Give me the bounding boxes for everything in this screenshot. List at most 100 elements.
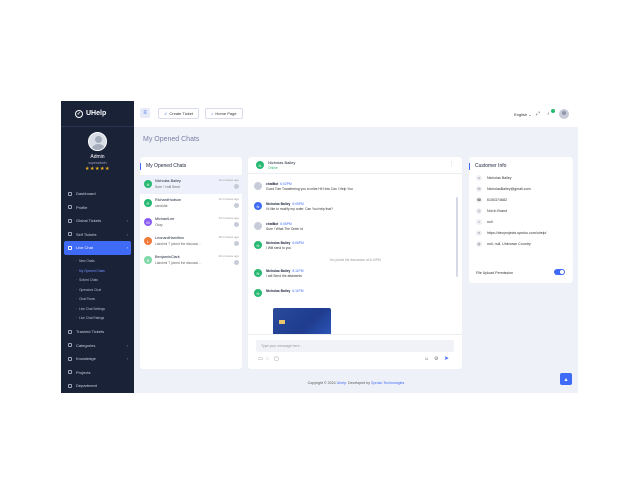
rocket-icon: ➶ xyxy=(164,111,168,116)
sidebar-item-knowledge[interactable]: Knowledge › xyxy=(61,352,134,366)
bell-icon[interactable]: ♪ xyxy=(547,111,550,117)
conversation-header: N Nicholas Bailey Online ⋮ xyxy=(248,157,462,174)
sender-name: Nicholas Bailey xyxy=(266,289,291,293)
contact-avatar: R xyxy=(144,199,152,207)
timestamp: 11 minutes ago xyxy=(218,178,239,182)
create-ticket-button[interactable]: ➶ Create Ticket xyxy=(158,108,199,119)
dot-icon: · xyxy=(76,259,78,264)
canned-response-icon[interactable]: ▭ xyxy=(258,356,263,362)
chevron-down-icon: › xyxy=(126,245,128,251)
sidebar-item-label: Projects xyxy=(76,369,91,375)
submenu-label: Operators Chat xyxy=(79,287,101,292)
message-sender: chatBot 6:02PM xyxy=(266,182,292,186)
menu-toggle-button[interactable]: ≡ xyxy=(140,108,150,118)
dot-icon: · xyxy=(76,297,78,302)
emoji-icon[interactable]: ☺ xyxy=(424,356,429,362)
dashboard-icon xyxy=(68,191,72,196)
sidebar-item-global-tickets[interactable]: Global Tickets › xyxy=(61,214,134,228)
contact-name: Nicholas Bailey xyxy=(268,160,296,165)
message-time: 6:06PM xyxy=(292,241,304,245)
message-time: 6:11PM xyxy=(292,289,304,293)
conversation-card: N Nicholas Bailey Online ⋮ chatBot 6:02PM… xyxy=(248,157,462,369)
ticket-icon xyxy=(68,218,72,223)
submenu-solved-chats[interactable]: · Solved Chats xyxy=(61,276,134,286)
sender-name: Nicholas Bailey xyxy=(266,241,291,245)
settings-icon[interactable]: ⚙ xyxy=(434,356,438,362)
sidebar-item-dashboard[interactable]: Dashboard xyxy=(61,187,134,201)
customer-url-row: ∞ https://devprojects.spruko.com/uhelp/ xyxy=(476,228,547,238)
sender-name: Nicholas Bailey xyxy=(266,202,291,206)
sidebar-item-label: Knowledge xyxy=(76,356,96,362)
submenu-label: Solved Chats xyxy=(79,278,99,283)
sidebar-item-live-chat[interactable]: Live Chat › xyxy=(64,241,131,255)
user-avatar[interactable] xyxy=(559,109,569,119)
chevron-right-icon: › xyxy=(126,231,128,237)
agent-avatar xyxy=(234,260,239,265)
message-sender: Nicholas Bailey 6:11PM xyxy=(266,289,304,293)
chat-bubble-icon[interactable]: ◌ xyxy=(266,356,269,362)
customer-country: null, null, Unknown Country xyxy=(487,242,531,246)
rating-stars: ★★★★★ xyxy=(85,166,110,172)
submenu-my-opened-chats[interactable]: · My Opened Chats xyxy=(61,266,134,276)
submenu-live-chat-settings[interactable]: · Live Chat Settings xyxy=(61,304,134,314)
more-options-icon[interactable]: ⋮ xyxy=(449,161,454,167)
dot-icon: · xyxy=(76,306,78,311)
message-text: I'd like to modify my order. Can You hel… xyxy=(266,207,333,211)
submenu-new-chats[interactable]: · New Chats xyxy=(61,257,134,267)
sidebar-item-label: Self Tickets xyxy=(76,231,97,237)
home-page-button[interactable]: ⌂ Home Page xyxy=(205,108,243,119)
footer-dev-link[interactable]: Spruko Technologies xyxy=(371,381,404,385)
submenu-operators-chat[interactable]: · Operators Chat xyxy=(61,285,134,295)
location-icon: ⌂ xyxy=(476,219,482,225)
language-dropdown[interactable]: English ⌄ xyxy=(514,112,532,117)
sidebar-item-label: Global Tickets xyxy=(76,218,102,224)
attachment-image[interactable] xyxy=(273,308,331,336)
message-time: 6:11PM xyxy=(292,269,304,273)
submenu-live-chat-ratings[interactable]: · Live Chat Ratings xyxy=(61,314,134,324)
customer-location-row: ⌂ null xyxy=(476,217,493,227)
scroll-top-button[interactable]: ▴ xyxy=(560,373,572,385)
customer-location: null xyxy=(487,220,493,224)
customer-email: NicholasBailey@gmail.com xyxy=(487,187,531,191)
browser-icon: ◎ xyxy=(476,208,482,214)
contact-avatar: M xyxy=(144,218,152,226)
attach-icon[interactable]: ▢ xyxy=(274,356,279,362)
chat-list-item[interactable]: L LeonardHamilton Lakshmi T joined the d… xyxy=(140,232,242,251)
mail-icon: ✉ xyxy=(476,186,482,192)
sidebar-item-projects[interactable]: Projects xyxy=(61,366,134,380)
fullscreen-icon[interactable]: ⤢ xyxy=(536,111,540,117)
sidebar-item-label: Profile xyxy=(76,204,88,210)
app-shell: ✓ UHelp Admin superadmin ★★★★★ Dashboard… xyxy=(61,101,578,393)
create-ticket-label: Create Ticket xyxy=(169,111,193,116)
avatar[interactable] xyxy=(88,132,107,151)
chat-list-item[interactable]: R RichardHudson candidat 12 minutes ago xyxy=(140,194,242,213)
chat-list-title: My Opened Chats xyxy=(140,163,186,170)
file-upload-toggle[interactable] xyxy=(554,269,565,275)
footer-brand-link[interactable]: Uhelp xyxy=(337,381,346,385)
sidebar-item-trashed-tickets[interactable]: Trashed Tickets xyxy=(61,325,134,339)
sidebar-nav: Dashboard Profile Global Tickets › Self T… xyxy=(61,187,134,393)
send-icon[interactable]: ➤ xyxy=(444,355,449,362)
customer-info-title: Customer Info xyxy=(469,163,506,170)
sidebar-item-profile[interactable]: Profile xyxy=(61,201,134,215)
chat-list-item[interactable]: N Nicholas Bailey Sure ! I will Send 11 … xyxy=(140,175,242,194)
dot-icon: · xyxy=(76,268,78,273)
customer-url[interactable]: https://devprojects.spruko.com/uhelp/ xyxy=(487,231,547,235)
scrollbar[interactable] xyxy=(456,197,458,277)
submenu-label: Live Chat Settings xyxy=(79,306,105,311)
submenu-label: Chat Flows xyxy=(79,297,96,302)
sidebar-item-self-tickets[interactable]: Self Tickets › xyxy=(61,228,134,242)
customer-browser-row: ◎ Not in Brand xyxy=(476,206,507,216)
submenu-chat-flows[interactable]: · Chat Flows xyxy=(61,295,134,305)
chat-list-item[interactable]: M MichaelLee Okay 13 minutes ago xyxy=(140,213,242,232)
message-sender: Nicholas Bailey 6:06PM xyxy=(266,241,304,245)
message-sender: chatBot 6:06PM xyxy=(266,222,292,226)
contact-status: Online xyxy=(268,166,278,170)
brand[interactable]: ✓ UHelp xyxy=(61,101,134,127)
last-message: Lakshmi T joined the discussi... xyxy=(155,261,201,265)
message-input[interactable]: Type your message here... xyxy=(256,340,454,352)
developed-by-text: . Developed by xyxy=(346,381,371,385)
contact-avatar: N xyxy=(144,180,152,188)
sidebar-item-categories[interactable]: Categories › xyxy=(61,339,134,353)
chat-list-item[interactable]: B BenjaminClark Lakshmi T joined the dis… xyxy=(140,251,242,270)
